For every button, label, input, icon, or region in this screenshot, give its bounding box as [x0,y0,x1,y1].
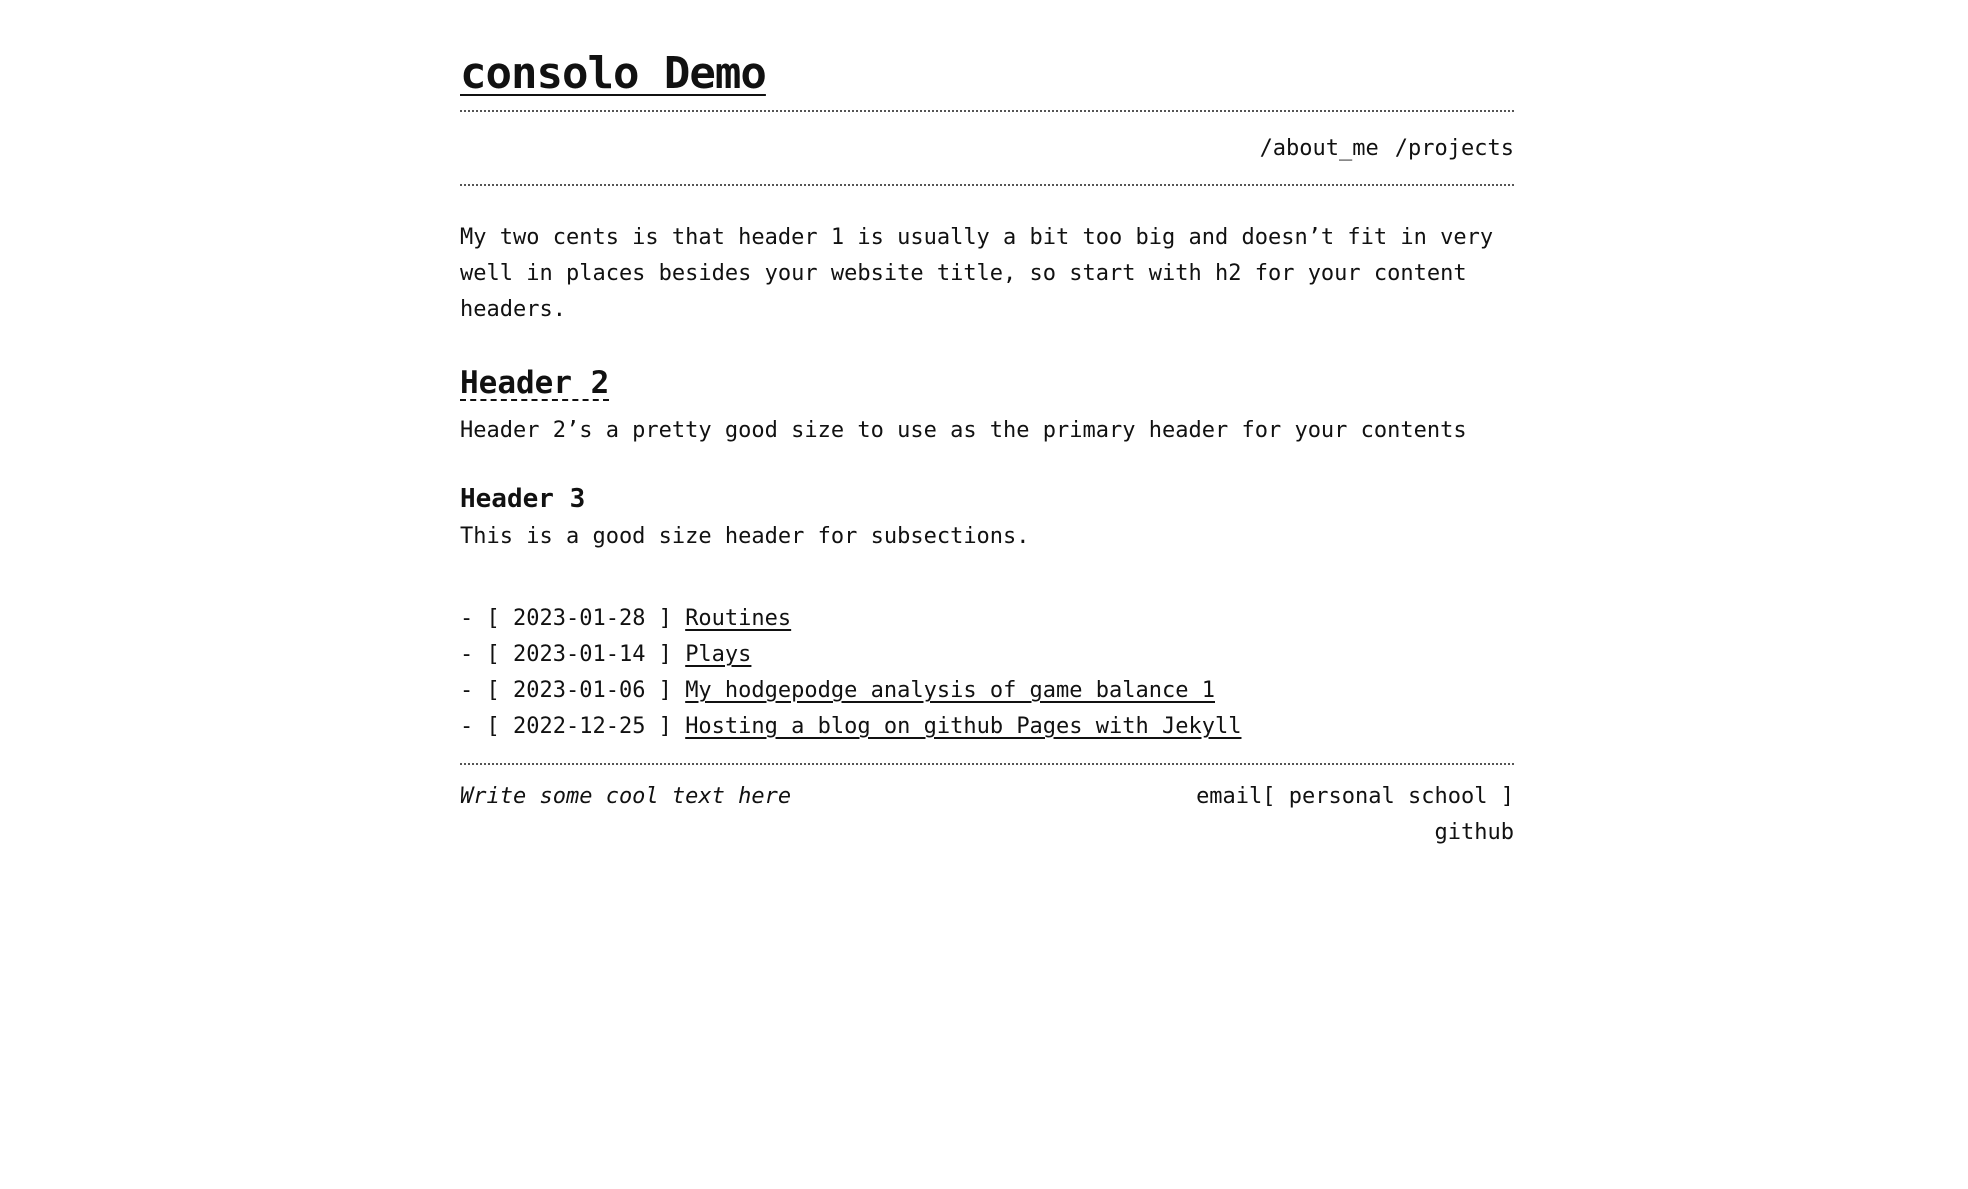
header-2-heading: Header 2 [460,365,610,401]
site-title-link[interactable]: consolo Demo [460,48,767,99]
header-3-paragraph: This is a good size header for subsectio… [460,524,1030,549]
post-list-item: - [ 2023-01-14 ] Plays [460,637,1514,673]
nav-about-me-link[interactable]: /about_me [1260,136,1379,161]
post-suffix: ] [645,678,686,703]
post-list-item: - [ 2023-01-06 ] My hodgepodge analysis … [460,673,1514,709]
header-3-heading: Header 3 [460,484,586,514]
top-nav: /about_me /projects [460,112,1514,184]
post-prefix: - [ [460,678,513,703]
post-suffix: ] [645,714,686,739]
post-date: 2023-01-28 [512,606,646,631]
email-label: email[ [1196,784,1276,809]
header-2-paragraph: Header 2’s a pretty good size to use as … [460,418,1467,443]
post-prefix: - [ [460,642,513,667]
post-suffix: ] [645,642,686,667]
email-school-link[interactable]: school [1408,784,1487,809]
footer-email-row: email[ personal school ] [1196,779,1514,815]
post-link-plays[interactable]: Plays [685,642,751,667]
github-link[interactable]: github [1435,820,1514,845]
footer: Write some cool text here email[ persona… [460,779,1514,851]
page-container: consolo Demo /about_me /projects My two … [460,0,1514,851]
footer-links: email[ personal school ] github [1196,779,1514,851]
post-date: 2022-12-25 [512,714,646,739]
site-title: consolo Demo [460,52,1514,96]
nav-projects-link[interactable]: /projects [1395,136,1514,161]
post-list-item: - [ 2023-01-28 ] Routines [460,601,1514,637]
nav-divider [460,184,1514,186]
post-link-jekyll[interactable]: Hosting a blog on github Pages with Jeky… [685,714,1241,739]
post-suffix: ] [645,606,686,631]
post-link-routines[interactable]: Routines [685,606,791,631]
post-date: 2023-01-14 [512,642,646,667]
post-list: - [ 2023-01-28 ] Routines - [ 2023-01-14… [460,601,1514,745]
email-bracket-close: ] [1500,784,1514,809]
post-list-item: - [ 2022-12-25 ] Hosting a blog on githu… [460,709,1514,745]
email-personal-link[interactable]: personal [1289,784,1395,809]
post-prefix: - [ [460,714,513,739]
post-prefix: - [ [460,606,513,631]
footer-github-row: github [1196,815,1514,851]
footer-tagline: Write some cool text here [460,784,792,809]
intro-paragraph: My two cents is that header 1 is usually… [460,225,1494,322]
post-link-game-balance[interactable]: My hodgepodge analysis of game balance 1 [685,678,1215,703]
post-date: 2023-01-06 [512,678,646,703]
footer-divider [460,763,1514,765]
